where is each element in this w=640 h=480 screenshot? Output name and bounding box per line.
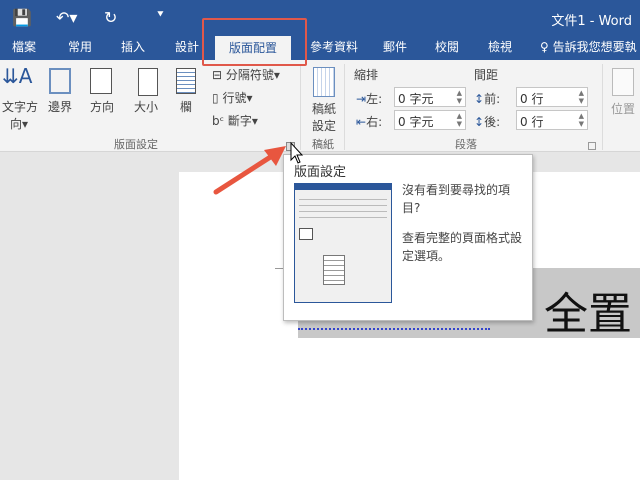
annotation-arrow <box>213 141 304 195</box>
mouse-cursor-icon <box>290 141 304 164</box>
